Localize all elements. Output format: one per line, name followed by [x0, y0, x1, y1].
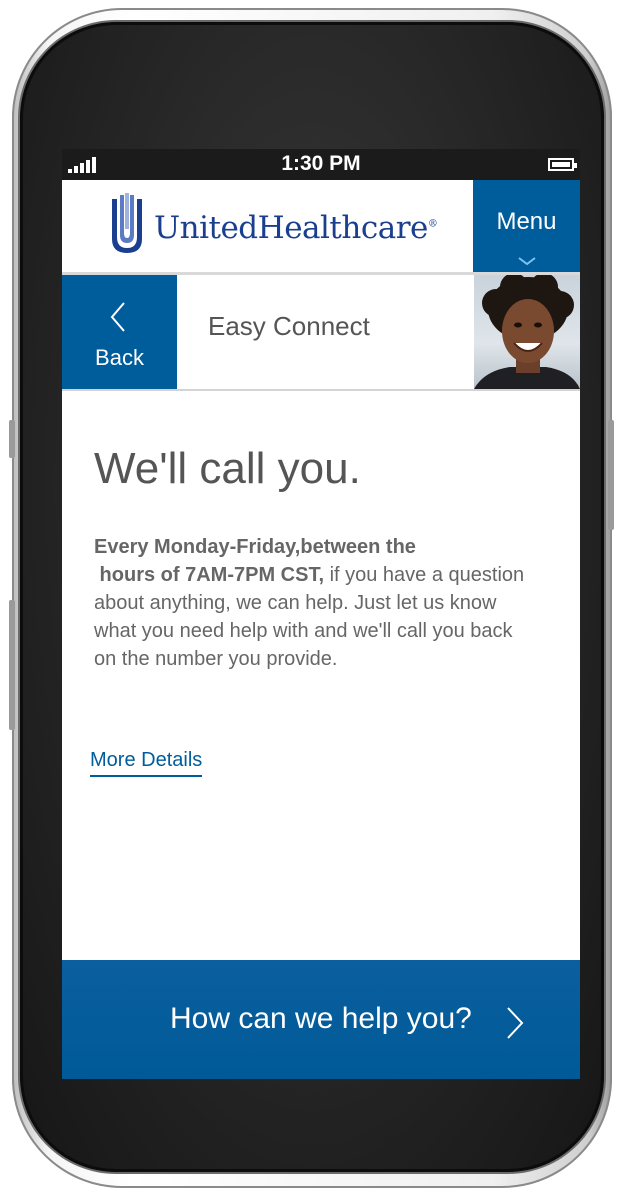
unitedhealthcare-logo-icon	[112, 193, 142, 253]
side-button-left-top	[9, 420, 15, 458]
back-button[interactable]: Back	[62, 275, 177, 389]
phone-screen: 1:30 PM UnitedHealthcare® Menu Back Easy…	[62, 149, 580, 1079]
battery-icon	[548, 158, 577, 171]
brand-name: UnitedHealthcare®	[154, 210, 438, 246]
sub-header: Back Easy Connect	[62, 275, 580, 391]
menu-label: Menu	[496, 208, 557, 235]
status-time: 1:30 PM	[281, 152, 361, 175]
status-bar: 1:30 PM	[62, 149, 580, 180]
app-header: UnitedHealthcare® Menu	[62, 180, 580, 275]
main-heading: We'll call you.	[94, 444, 361, 493]
help-label: How can we help you?	[170, 1002, 472, 1035]
agent-avatar	[474, 275, 580, 389]
help-button[interactable]: How can we help you?	[62, 960, 580, 1079]
menu-button[interactable]: Menu	[473, 180, 580, 272]
chevron-down-icon	[518, 257, 536, 266]
chevron-left-icon	[110, 302, 125, 332]
side-button-left-bottom	[9, 600, 15, 730]
brand-registered-mark: ®	[427, 218, 438, 230]
intro-bold-line-2: hours of 7AM-7PM CST,	[94, 564, 325, 586]
side-button-right	[608, 420, 614, 530]
more-details-link[interactable]: More Details	[90, 749, 203, 777]
main-description: Every Monday-Friday,between the hours of…	[94, 533, 534, 673]
back-label: Back	[95, 345, 144, 370]
chevron-right-icon	[507, 1007, 524, 1039]
avatar-image	[474, 275, 580, 389]
intro-bold-line-1: Every Monday-Friday,between the	[94, 536, 416, 558]
page-title: Easy Connect	[208, 311, 370, 341]
